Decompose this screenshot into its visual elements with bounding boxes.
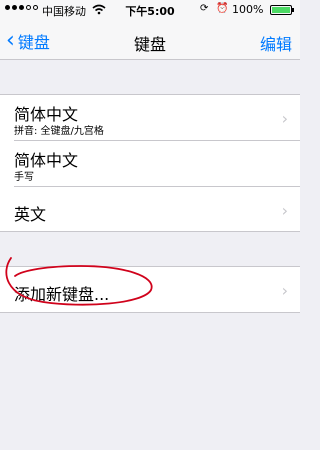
status-bar: 中国移动 下午5:00 ⟳ ⏰ 100% xyxy=(0,0,300,20)
keyboard-row-handwriting[interactable]: 简体中文 手写 xyxy=(14,141,300,187)
keyboard-title: 英文 xyxy=(14,205,47,224)
keyboard-subtitle: 手写 xyxy=(14,172,34,183)
chevron-right-icon: › xyxy=(281,201,288,220)
page-title: 键盘 xyxy=(133,35,166,54)
battery-icon xyxy=(270,5,292,15)
add-keyboard-label: 添加新键盘... xyxy=(14,285,110,304)
add-keyboard-group: 添加新键盘... › xyxy=(0,266,300,313)
battery-percent: 100% xyxy=(232,3,264,16)
alarm-icon: ⏰ xyxy=(216,3,229,14)
battery-cap xyxy=(292,8,294,12)
keyboard-row-english[interactable]: 英文 › xyxy=(14,187,300,233)
lock-rotation-icon: ⟳ xyxy=(200,3,209,14)
edit-button[interactable]: 编辑 xyxy=(260,31,292,55)
keyboard-row-pinyin[interactable]: 简体中文 拼音: 全键盘/九宫格 › xyxy=(14,95,300,141)
navigation-bar: ‹ 键盘 键盘 编辑 xyxy=(0,20,300,60)
chevron-right-icon: › xyxy=(281,281,288,300)
keyboard-list: 简体中文 拼音: 全键盘/九宫格 › 简体中文 手写 英文 › xyxy=(0,94,300,232)
chevron-right-icon: › xyxy=(281,109,288,128)
keyboard-subtitle: 拼音: 全键盘/九宫格 xyxy=(14,126,104,137)
add-keyboard-row[interactable]: 添加新键盘... › xyxy=(14,267,300,313)
